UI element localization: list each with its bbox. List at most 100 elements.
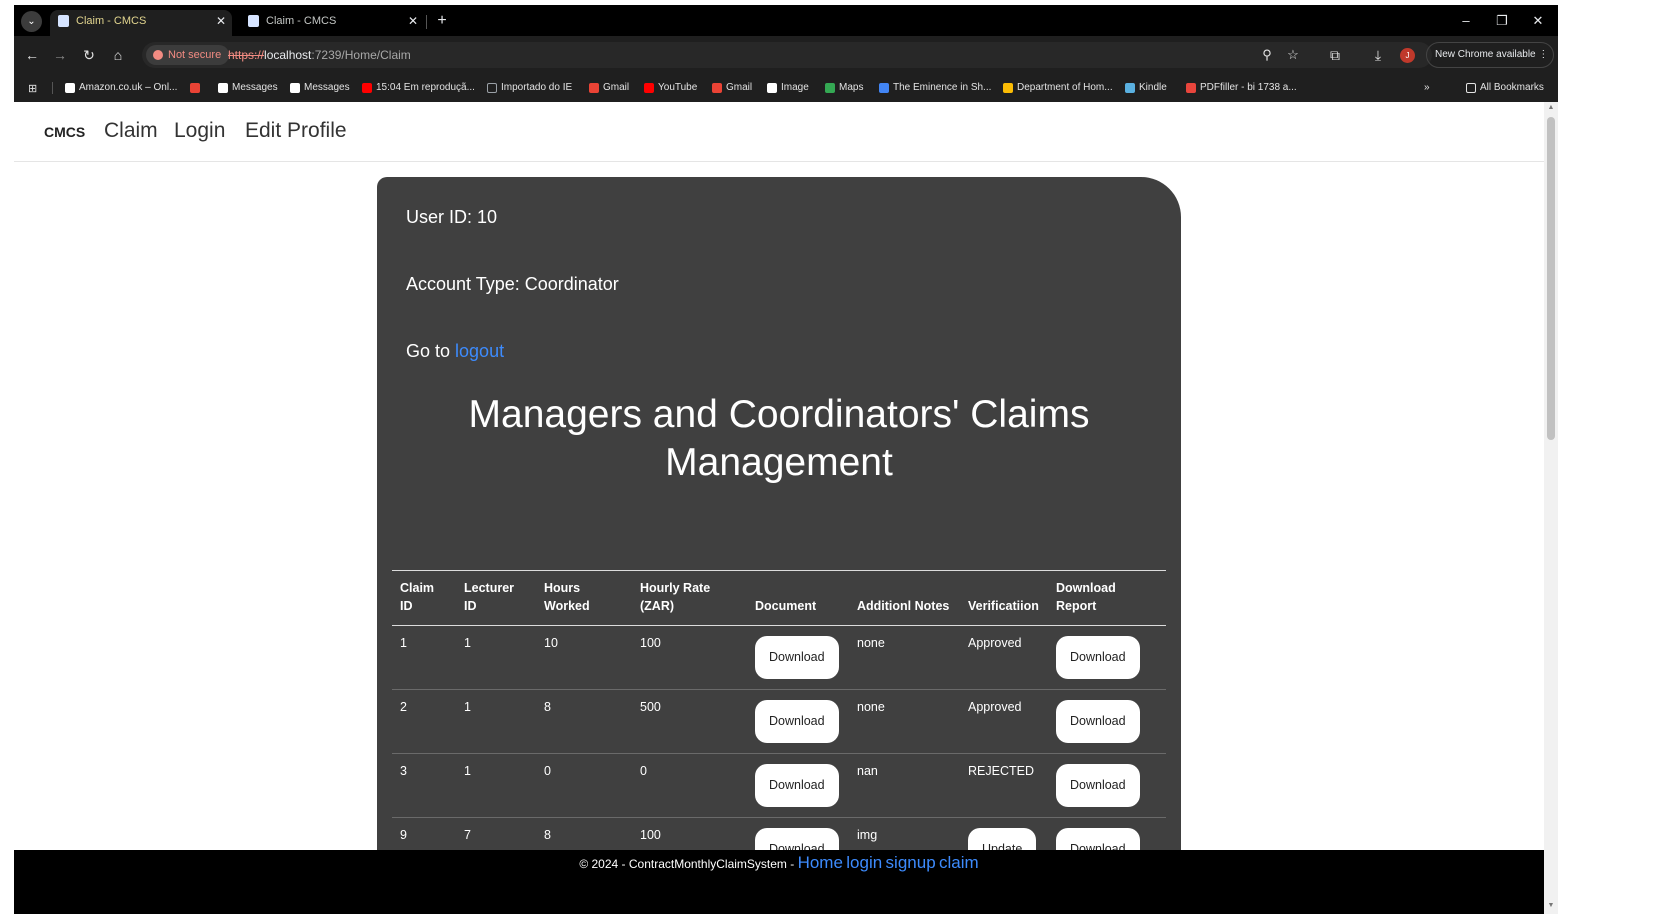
- site-footer: © 2024 - ContractMonthlyClaimSystem - Ho…: [14, 850, 1544, 914]
- cell-claim-id: 2: [400, 700, 407, 714]
- header-hourly-rate: Hourly Rate (ZAR): [640, 581, 711, 613]
- x-icon: [218, 83, 228, 93]
- download-report-button[interactable]: Download: [1056, 700, 1140, 743]
- bookmark-importado[interactable]: Importado do IE: [487, 79, 572, 97]
- page-icon: [58, 15, 69, 27]
- cell-notes: none: [857, 700, 885, 714]
- page-scrollbar[interactable]: ▲ ▼: [1544, 102, 1558, 914]
- address-bar[interactable]: Not secure https://localhost:7239/Home/C…: [142, 42, 1432, 68]
- crest-icon: [1003, 83, 1013, 93]
- forward-icon[interactable]: →: [50, 45, 70, 65]
- footer-link-home[interactable]: Home: [798, 853, 843, 872]
- bookmark-messages[interactable]: Messages: [218, 79, 278, 97]
- download-report-button[interactable]: Download: [1056, 636, 1140, 679]
- restore-icon[interactable]: ❐: [1484, 10, 1520, 32]
- bookmark-youtube[interactable]: YouTube: [644, 79, 697, 97]
- youtube-icon: [644, 83, 654, 93]
- download-document-button[interactable]: Download: [755, 636, 839, 679]
- page-icon: [248, 15, 259, 27]
- cell-verification: Approved: [968, 700, 1022, 714]
- footer-link-claim[interactable]: claim: [939, 853, 979, 872]
- close-tab-icon[interactable]: ✕: [216, 10, 226, 32]
- scroll-up-icon[interactable]: ▲: [1547, 104, 1555, 111]
- gmail-icon: [190, 83, 200, 93]
- cell-hours: 8: [544, 700, 551, 714]
- table-row: 3 1 0 0 Download nan REJECTED Download: [392, 754, 1166, 818]
- tab-divider: [426, 15, 427, 29]
- bookmark-department[interactable]: Department of Hom...: [1003, 79, 1113, 97]
- new-chrome-button[interactable]: New Chrome available ⋮: [1426, 42, 1554, 68]
- close-tab-icon[interactable]: ✕: [408, 10, 418, 32]
- nav-link-edit-profile[interactable]: Edit Profile: [245, 119, 347, 143]
- cell-document: Download: [747, 754, 849, 818]
- header-document: Document: [755, 599, 817, 613]
- cell-report: Download: [1048, 626, 1166, 690]
- footer-link-signup[interactable]: signup: [886, 853, 936, 872]
- footer-link-login[interactable]: login: [846, 853, 882, 872]
- download-icon[interactable]: ⤓: [1368, 45, 1388, 65]
- cell-verification: Approved: [968, 636, 1022, 650]
- bookmark-gmail-3[interactable]: Gmail: [712, 79, 752, 97]
- cell-rate: 100: [640, 636, 661, 650]
- home-icon[interactable]: ⌂: [108, 45, 128, 65]
- new-tab-icon[interactable]: +: [432, 10, 452, 32]
- footer-copyright: © 2024 - ContractMonthlyClaimSystem -: [579, 857, 798, 871]
- bookmark-gmail[interactable]: [190, 79, 204, 97]
- table-row: 1 1 10 100 Download none Approved Downlo…: [392, 626, 1166, 690]
- cell-rate: 500: [640, 700, 661, 714]
- profile-avatar[interactable]: J: [1400, 48, 1415, 63]
- back-icon[interactable]: ←: [22, 45, 42, 65]
- warning-icon: [153, 50, 163, 60]
- nav-link-login[interactable]: Login: [174, 119, 225, 143]
- goto-logout-text: Go to logout: [406, 341, 505, 361]
- tab-search-icon[interactable]: ⌄: [21, 11, 42, 32]
- bookmark-pdffiller[interactable]: PDFfiller - bi 1738 a...: [1186, 79, 1297, 97]
- extensions-icon[interactable]: ⧉: [1325, 45, 1345, 65]
- account-type-text: Account Type: Coordinator: [406, 274, 619, 294]
- url-text: https://localhost:7239/Home/Claim: [228, 48, 411, 62]
- brand-logo[interactable]: CMCS: [44, 124, 85, 140]
- bookmark-gmail-2[interactable]: Gmail: [589, 79, 629, 97]
- apps-icon[interactable]: ⊞: [28, 83, 40, 95]
- tab-strip: ⌄ Claim - CMCS ✕ Claim - CMCS ✕ + – ❐ ✕: [14, 5, 1558, 36]
- gmail-icon: [589, 83, 599, 93]
- claims-table: Claim ID Lecturer ID Hours Worked Hourly…: [392, 570, 1166, 882]
- header-additional-notes: Additionl Notes: [857, 599, 950, 613]
- footer-bar: © 2024 - ContractMonthlyClaimSystem - Ho…: [14, 850, 1544, 914]
- cell-document: Download: [747, 690, 849, 754]
- x-icon: [290, 83, 300, 93]
- tab-claim-active[interactable]: Claim - CMCS ✕: [50, 10, 232, 36]
- scrollbar-thumb[interactable]: [1547, 117, 1555, 440]
- close-window-icon[interactable]: ✕: [1520, 10, 1556, 32]
- bookmark-amazon[interactable]: Amazon.co.uk – Onl...: [65, 79, 177, 97]
- bookmark-maps[interactable]: Maps: [825, 79, 863, 97]
- cell-report: Download: [1048, 754, 1166, 818]
- cell-claim-id: 1: [400, 636, 407, 650]
- download-document-button[interactable]: Download: [755, 700, 839, 743]
- tab-claim[interactable]: Claim - CMCS ✕: [240, 10, 424, 36]
- download-document-button[interactable]: Download: [755, 764, 839, 807]
- cell-hours: 0: [544, 764, 551, 778]
- logout-link[interactable]: logout: [455, 341, 504, 361]
- scroll-down-icon[interactable]: ▼: [1547, 902, 1555, 909]
- bookmark-em-reproducao[interactable]: 15:04 Em reproduçã...: [362, 79, 475, 97]
- bookmark-image[interactable]: Image: [767, 79, 809, 97]
- bookmark-kindle[interactable]: Kindle: [1125, 79, 1167, 97]
- nav-link-claim[interactable]: Claim: [104, 119, 158, 143]
- all-bookmarks[interactable]: All Bookmarks: [1466, 79, 1544, 97]
- bookmark-eminence[interactable]: The Eminence in Sh...: [879, 79, 991, 97]
- bookmark-messages-2[interactable]: Messages: [290, 79, 350, 97]
- minimize-icon[interactable]: –: [1448, 10, 1484, 32]
- more-bookmarks-icon[interactable]: »: [1424, 79, 1430, 97]
- download-report-button[interactable]: Download: [1056, 764, 1140, 807]
- cell-verification: REJECTED: [968, 764, 1034, 778]
- reload-icon[interactable]: ↻: [79, 45, 99, 65]
- bookmark-star-icon[interactable]: ☆: [1284, 46, 1302, 64]
- x-icon: [767, 83, 777, 93]
- zoom-icon[interactable]: ⚲: [1258, 46, 1276, 64]
- cell-document: Download: [747, 626, 849, 690]
- cell-lecturer-id: 1: [464, 636, 471, 650]
- security-chip[interactable]: Not secure: [146, 45, 230, 65]
- bookmark-divider: [52, 82, 53, 94]
- cell-rate: 0: [640, 764, 647, 778]
